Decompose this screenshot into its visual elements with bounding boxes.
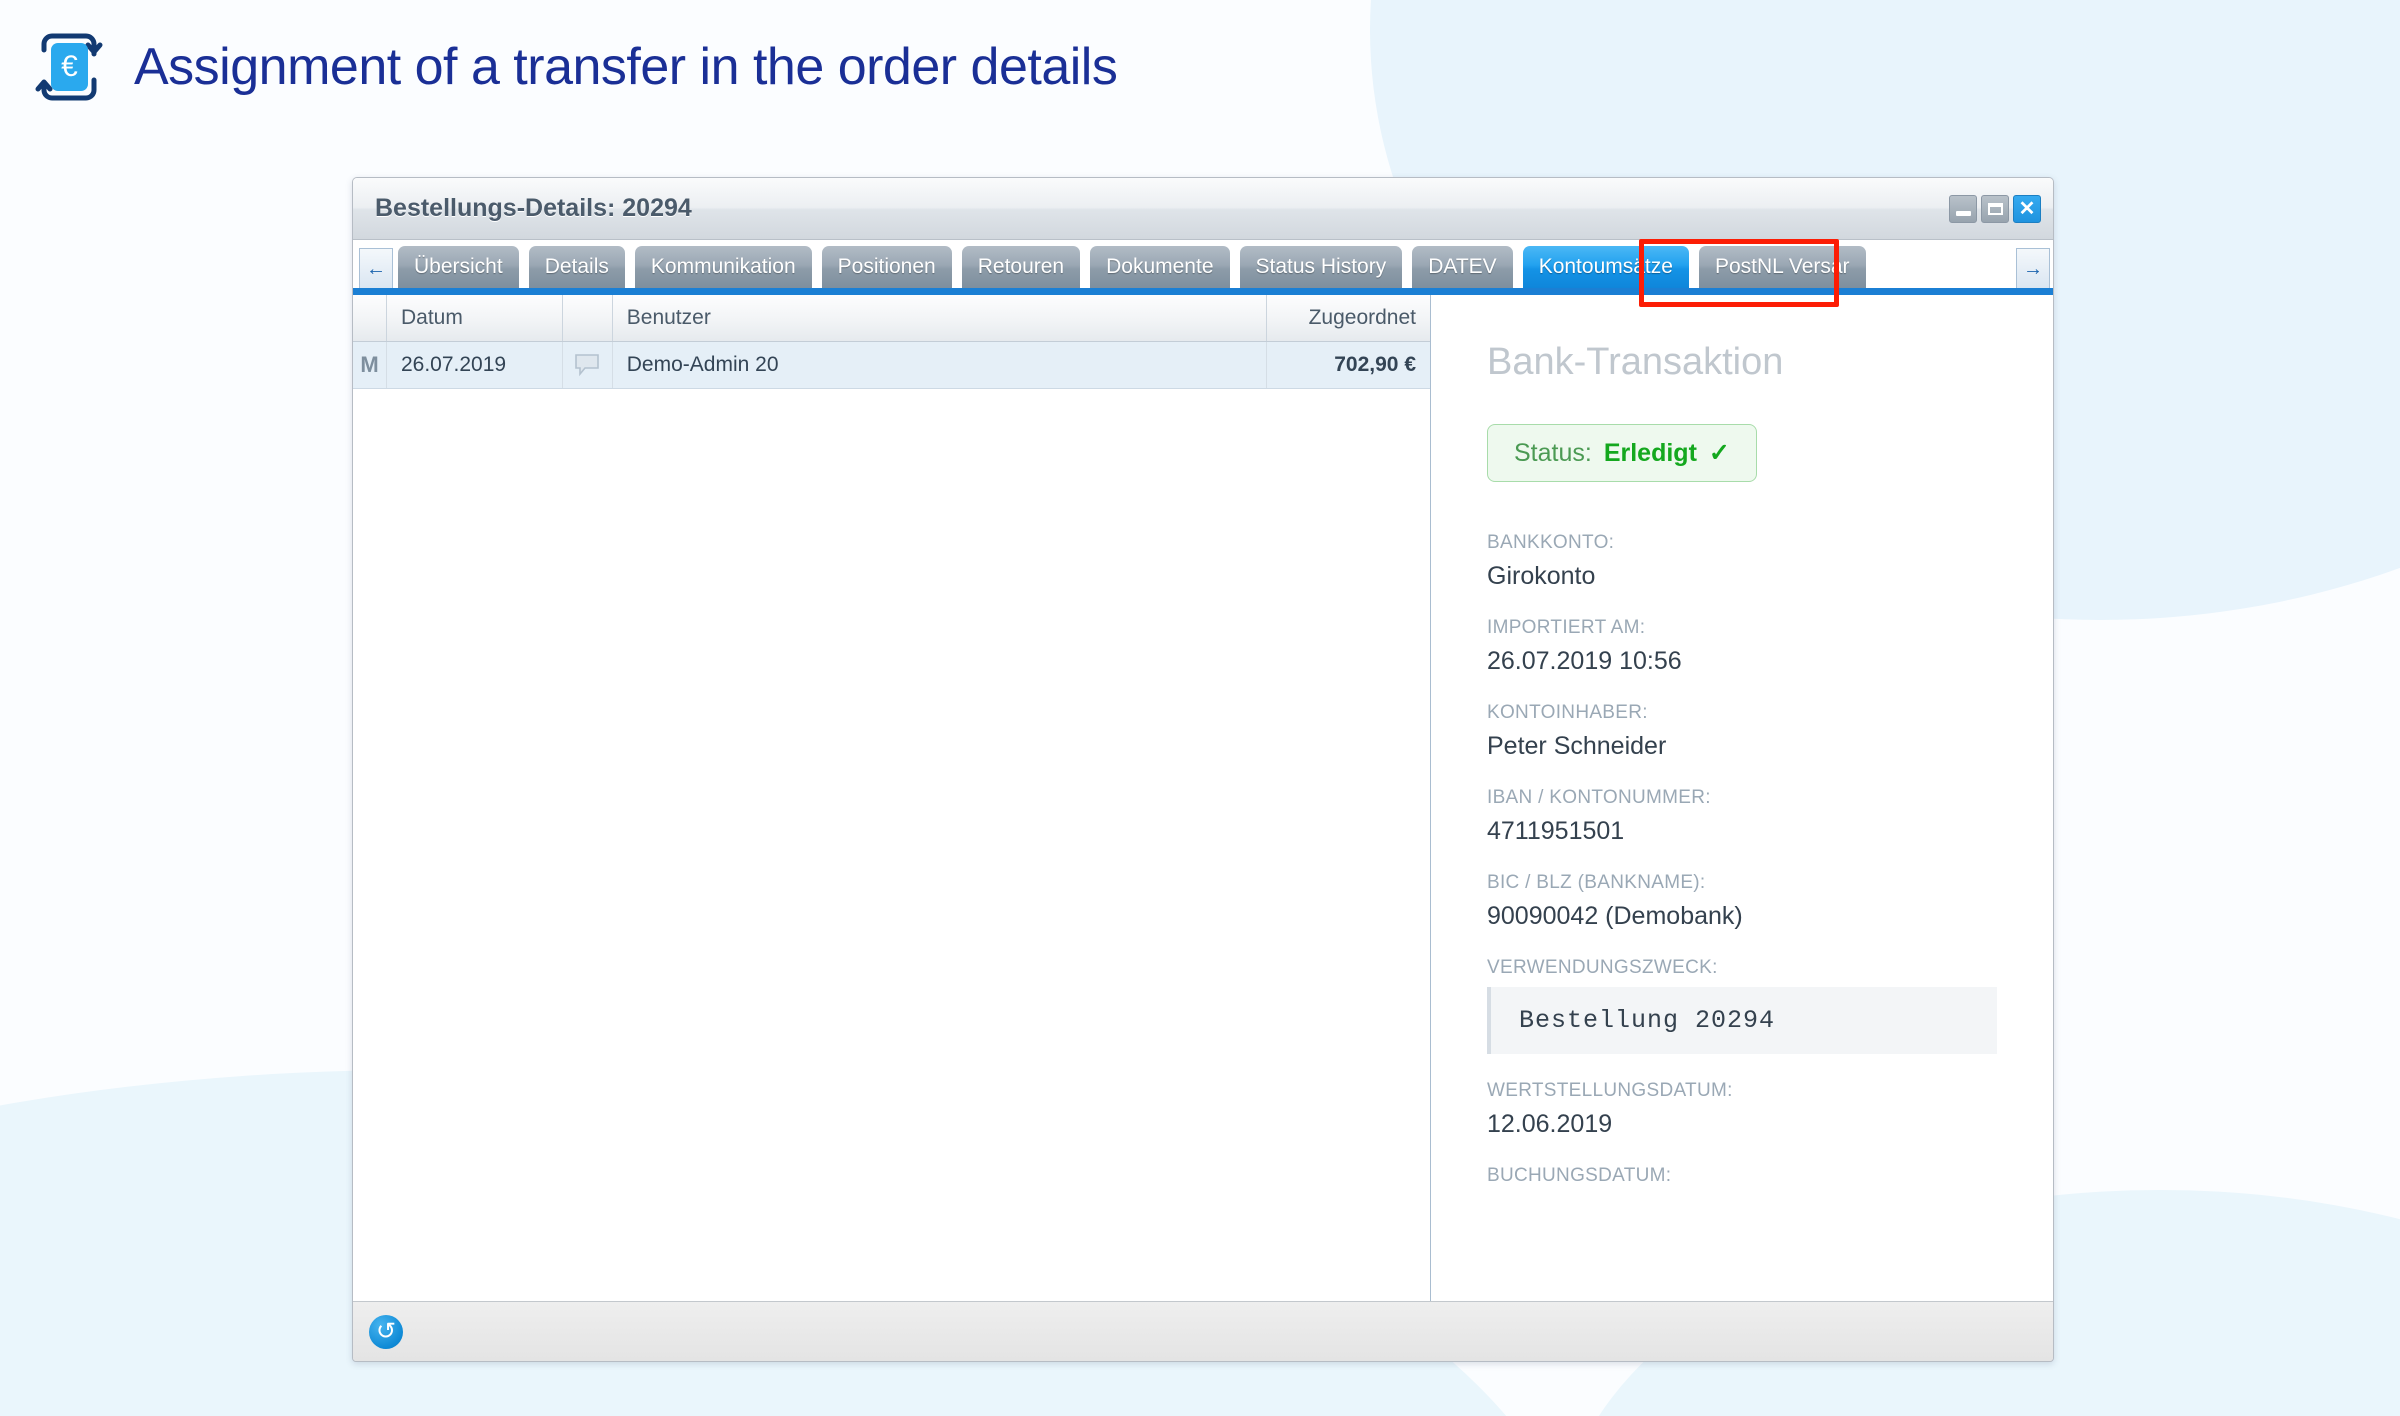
tab-strip: ← Übersicht Details Kommunikation Positi… xyxy=(353,239,2053,307)
window-body: Datum Benutzer Zugeordnet M 26.07.2019 D… xyxy=(353,295,2053,1301)
row-benutzer: Demo-Admin 20 xyxy=(613,342,1268,388)
minimize-button[interactable] xyxy=(1949,194,1977,223)
tab-retouren[interactable]: Retouren xyxy=(961,246,1081,288)
tab-list: ← Übersicht Details Kommunikation Positi… xyxy=(353,246,2053,288)
tab-label: Übersicht xyxy=(414,255,503,278)
maximize-button[interactable] xyxy=(1981,194,2009,223)
page-header: € Assignment of a transfer in the order … xyxy=(30,28,1118,106)
field-kontoinhaber: KONTOINHABER: Peter Schneider xyxy=(1487,702,1997,761)
status-value: Erledigt xyxy=(1603,438,1697,467)
page-root: € Assignment of a transfer in the order … xyxy=(0,0,2400,1416)
field-verwendungszweck: VERWENDUNGSZWECK: Bestellung 20294 xyxy=(1487,957,1997,1054)
field-value: 4711951501 xyxy=(1487,817,1625,845)
tab-uebersicht[interactable]: Übersicht xyxy=(398,246,519,288)
field-label: BIC / BLZ (BANKNAME): xyxy=(1487,872,1706,893)
order-details-window: Bestellungs-Details: 20294 ✕ ← Übersicht… xyxy=(352,177,2054,1362)
field-label: IBAN / KONTONUMMER: xyxy=(1487,787,1711,808)
row-datum: 26.07.2019 xyxy=(387,342,563,388)
tab-positionen[interactable]: Positionen xyxy=(821,246,952,288)
tab-label: PostNL Versar xyxy=(1714,255,1850,278)
field-importiert-am: IMPORTIERT AM: 26.07.2019 10:56 xyxy=(1487,617,1997,676)
window-statusbar: ↺ xyxy=(353,1301,2053,1361)
close-button[interactable]: ✕ xyxy=(2013,194,2041,223)
minimize-icon xyxy=(1955,210,1971,216)
tab-kontoumsaetze[interactable]: Kontoumsätze xyxy=(1522,246,1689,288)
tab-datev[interactable]: DATEV xyxy=(1412,246,1513,288)
tab-dokumente[interactable]: Dokumente xyxy=(1090,246,1230,288)
arrow-right-icon: → xyxy=(2023,257,2043,280)
grid-header-zugeordnet[interactable]: Zugeordnet xyxy=(1267,295,1430,341)
arrow-left-icon: ← xyxy=(366,257,386,280)
grid-empty-area xyxy=(353,389,1430,1301)
field-label: KONTOINHABER: xyxy=(1487,702,1648,723)
field-value: 26.07.2019 10:56 xyxy=(1487,647,1682,675)
tab-kommunikation[interactable]: Kommunikation xyxy=(634,246,812,288)
window-title: Bestellungs-Details: 20294 xyxy=(375,194,692,222)
tab-scroll-left-button[interactable]: ← xyxy=(359,248,393,288)
tab-label: DATEV xyxy=(1428,255,1497,278)
grid-header-row: Datum Benutzer Zugeordnet xyxy=(353,295,1430,342)
field-value: 12.06.2019 xyxy=(1487,1110,1613,1138)
field-bic-blz: BIC / BLZ (BANKNAME): 90090042 (Demobank… xyxy=(1487,872,1997,931)
transaction-detail-panel: Bank-Transaktion Status: Erledigt ✓ BANK… xyxy=(1431,295,2053,1301)
close-icon: ✕ xyxy=(2018,197,2036,220)
grid-header-flag[interactable] xyxy=(353,295,387,341)
tab-details[interactable]: Details xyxy=(528,246,625,288)
table-row[interactable]: M 26.07.2019 Demo-Admin 20 702,90 € xyxy=(353,342,1430,389)
tab-label: Status History xyxy=(1255,255,1387,278)
window-controls: ✕ xyxy=(1949,194,2041,223)
euro-transfer-icon: € xyxy=(30,28,108,106)
tab-label: Dokumente xyxy=(1106,255,1214,278)
field-iban-kontonummer: IBAN / KONTONUMMER: 4711951501 xyxy=(1487,787,1997,846)
row-flag: M xyxy=(353,342,387,388)
page-title: Assignment of a transfer in the order de… xyxy=(134,38,1118,96)
comment-icon[interactable] xyxy=(563,342,613,388)
field-value: Bestellung 20294 xyxy=(1487,987,1997,1054)
status-badge: Status: Erledigt ✓ xyxy=(1487,424,1757,482)
tab-scroll-right-button[interactable]: → xyxy=(2016,248,2050,288)
field-value: Girokonto xyxy=(1487,562,1596,590)
field-wertstellungsdatum: WERTSTELLUNGSDATUM: 12.06.2019 xyxy=(1487,1080,1997,1139)
tab-status-history[interactable]: Status History xyxy=(1239,246,1403,288)
tab-label: Positionen xyxy=(837,255,936,278)
field-label: VERWENDUNGSZWECK: xyxy=(1487,957,1718,978)
field-value: Peter Schneider xyxy=(1487,732,1667,760)
window-titlebar[interactable]: Bestellungs-Details: 20294 ✕ xyxy=(353,178,2053,240)
tab-label: Kommunikation xyxy=(650,255,796,278)
tab-label: Retouren xyxy=(977,255,1065,278)
field-label: BANKKONTO: xyxy=(1487,532,1615,553)
transactions-grid: Datum Benutzer Zugeordnet M 26.07.2019 D… xyxy=(353,295,1431,1301)
field-value: 90090042 (Demobank) xyxy=(1487,902,1743,930)
field-label: IMPORTIERT AM: xyxy=(1487,617,1646,638)
row-zugeordnet: 702,90 € xyxy=(1334,353,1416,376)
field-label: BUCHUNGSDATUM: xyxy=(1487,1165,1672,1186)
field-label: WERTSTELLUNGSDATUM: xyxy=(1487,1080,1733,1101)
grid-header-icon[interactable] xyxy=(563,295,613,341)
tab-label: Kontoumsätze xyxy=(1538,255,1673,278)
refresh-icon[interactable]: ↺ xyxy=(369,1314,403,1349)
svg-text:€: € xyxy=(61,50,78,83)
tab-postnl-versand[interactable]: PostNL Versar xyxy=(1698,246,1866,288)
field-buchungsdatum: BUCHUNGSDATUM: xyxy=(1487,1165,1997,1187)
detail-panel-title: Bank-Transaktion xyxy=(1487,341,1784,383)
field-bankkonto: BANKKONTO: Girokonto xyxy=(1487,532,1997,591)
check-icon: ✓ xyxy=(1708,439,1730,467)
maximize-icon xyxy=(1987,202,2003,215)
status-label: Status: xyxy=(1514,438,1592,467)
grid-header-datum[interactable]: Datum xyxy=(387,295,563,341)
grid-header-benutzer[interactable]: Benutzer xyxy=(613,295,1268,341)
tab-label: Details xyxy=(544,255,609,278)
